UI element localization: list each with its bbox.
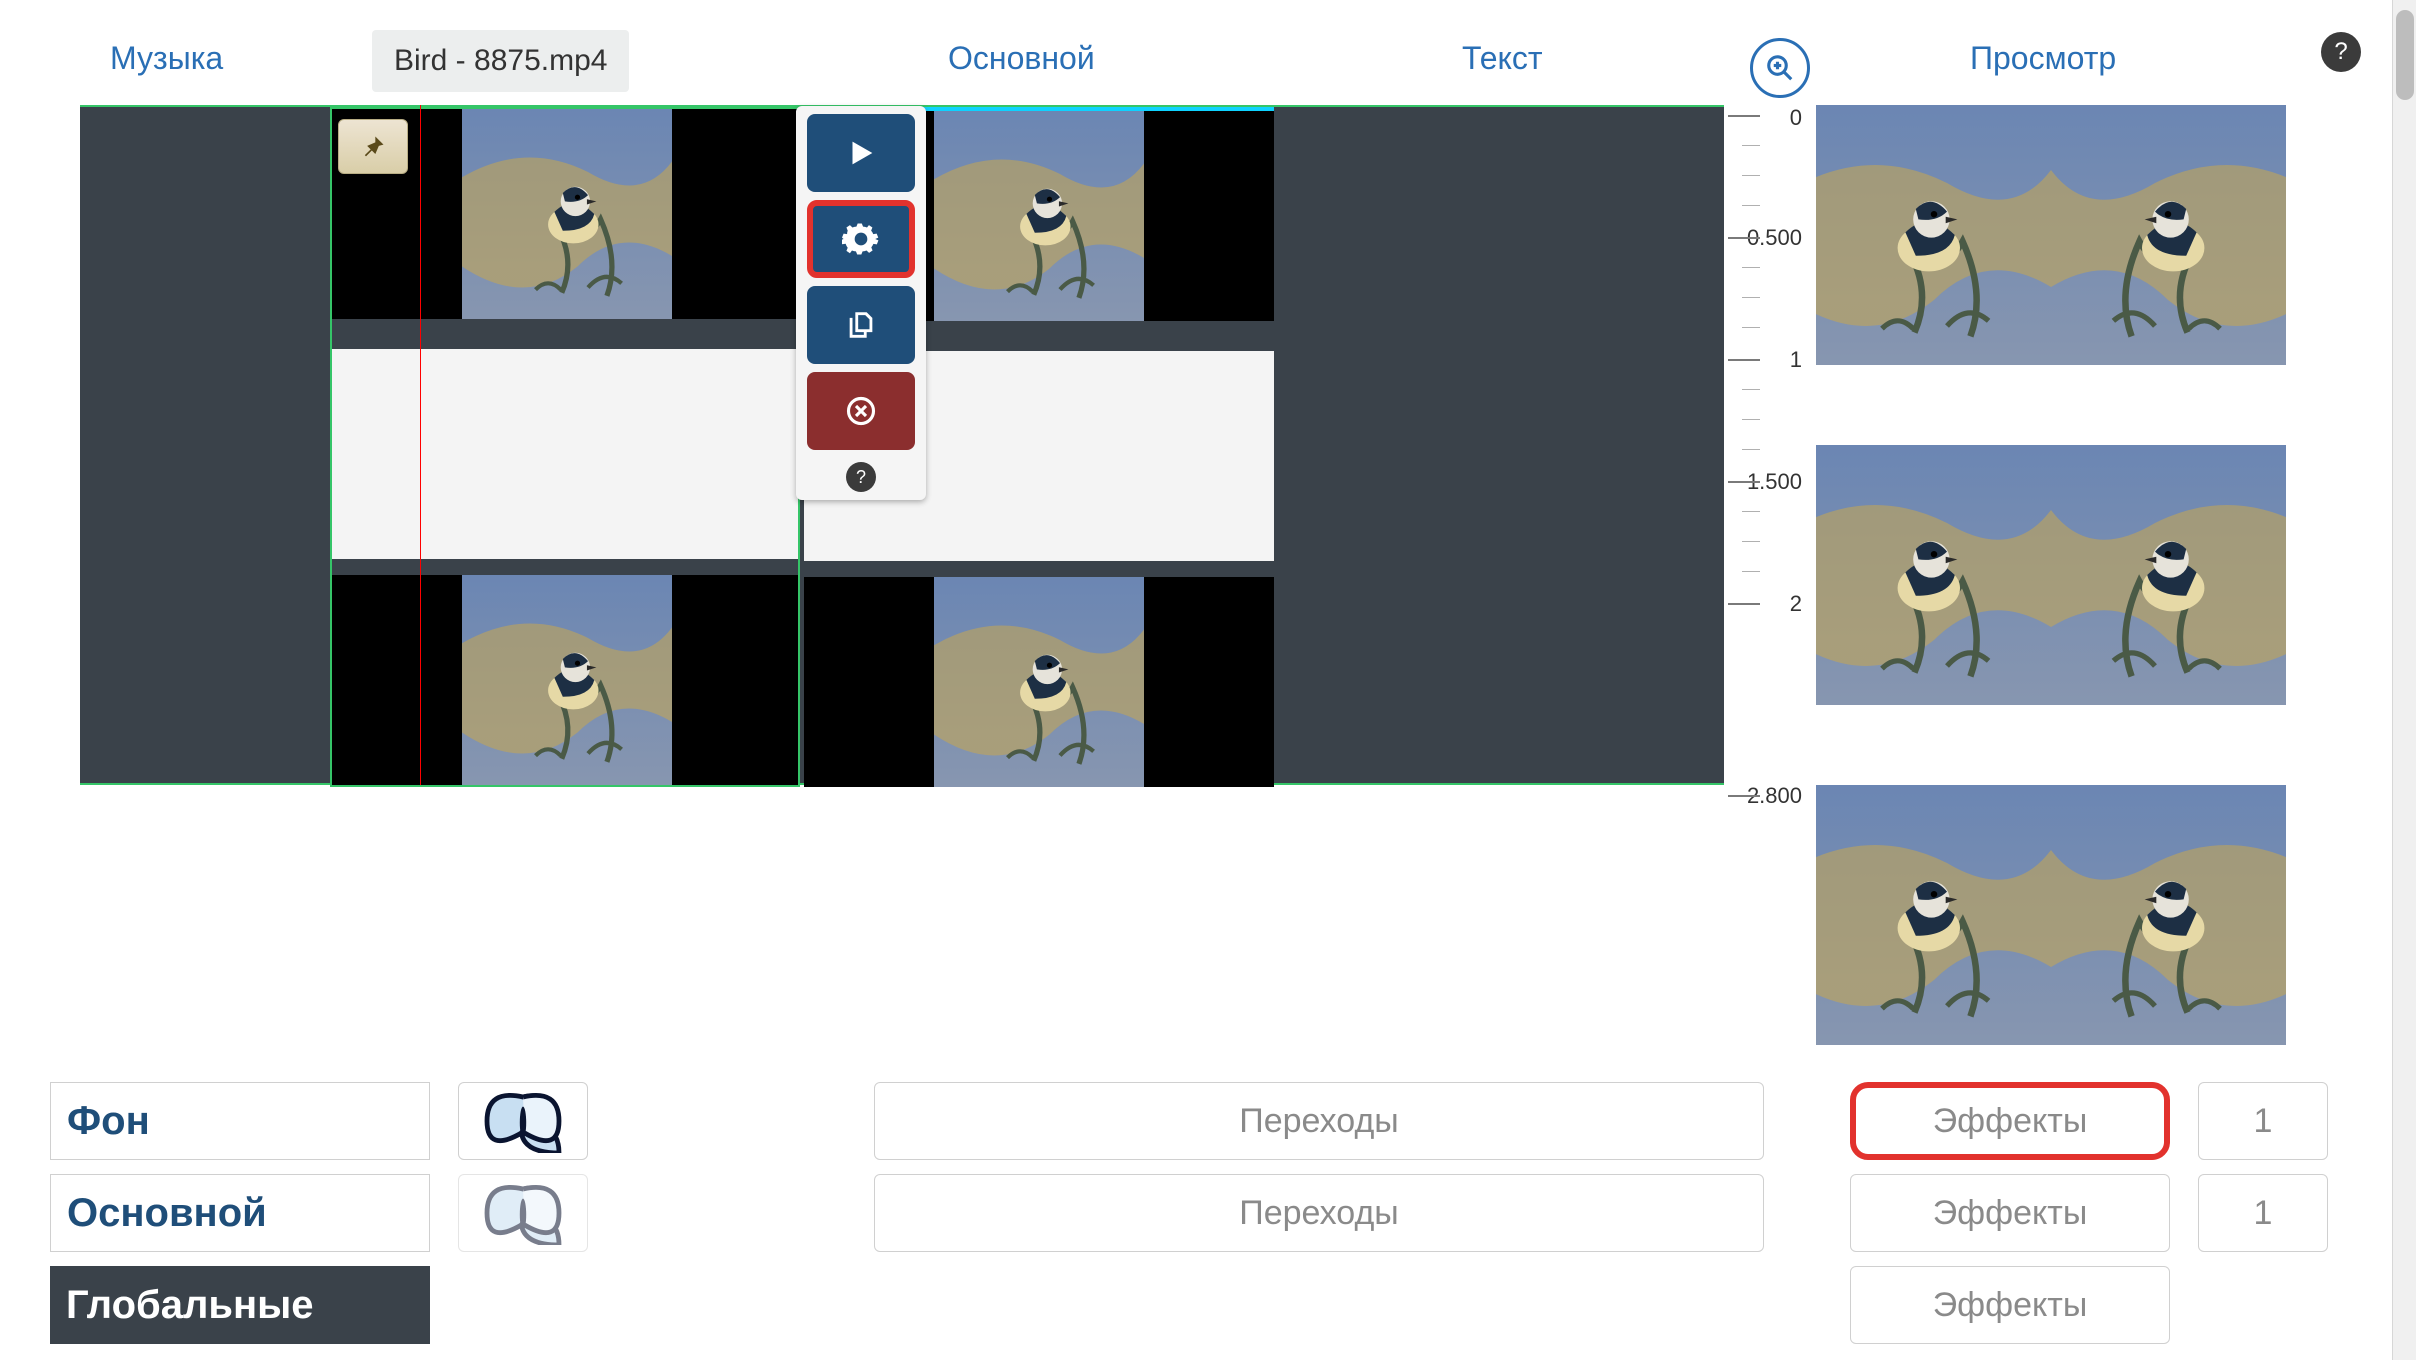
layer-thumbnail-button[interactable]	[458, 1082, 588, 1160]
clip-settings-button[interactable]	[807, 200, 915, 278]
layer-row: Глобальные Эффекты	[50, 1266, 2356, 1344]
ruler-label: 1	[1790, 347, 1802, 373]
help-button[interactable]: ?	[2321, 32, 2361, 72]
layer-name-global[interactable]: Глобальные	[50, 1266, 430, 1344]
current-file-chip: Bird - 8875.mp4	[372, 30, 629, 92]
transitions-button[interactable]: Переходы	[874, 1174, 1764, 1252]
help-icon: ?	[856, 467, 866, 488]
transitions-button[interactable]: Переходы	[874, 1082, 1764, 1160]
butterfly-icon	[473, 1181, 573, 1245]
clip-thumbnail	[934, 577, 1144, 787]
clip-panel-help-button[interactable]: ?	[846, 462, 876, 492]
clip-thumbnail	[934, 111, 1144, 321]
layer-row: Основной Переходы Эффекты 1	[50, 1174, 2356, 1252]
layer-count[interactable]: 1	[2198, 1082, 2328, 1160]
layer-table: Фон Переходы Эффекты 1 Основной Переходы…	[50, 1082, 2356, 1358]
pin-clip-button[interactable]	[338, 119, 408, 174]
help-icon: ?	[2334, 38, 2347, 66]
zoom-in-button[interactable]	[1750, 38, 1810, 98]
tab-music[interactable]: Музыка	[100, 34, 233, 83]
preview-frame[interactable]	[1816, 785, 2286, 1045]
playhead[interactable]	[420, 105, 421, 785]
clip-play-button[interactable]	[807, 114, 915, 192]
pin-icon	[359, 133, 387, 161]
effects-button[interactable]: Эффекты	[1850, 1266, 2170, 1344]
clip-thumbnail	[462, 575, 672, 785]
layer-name-main[interactable]: Основной	[50, 1174, 430, 1252]
ruler-label: 2	[1790, 591, 1802, 617]
preview-frame[interactable]	[1816, 445, 2286, 705]
ruler-label: 0	[1790, 105, 1802, 131]
gear-icon	[842, 220, 880, 258]
preview-frame[interactable]	[1816, 105, 2286, 365]
tab-preview[interactable]: Просмотр	[1960, 34, 2126, 83]
time-ruler: 0 0.500 1 1.500 2 2.800	[1730, 105, 1810, 845]
layer-count[interactable]: 1	[2198, 1174, 2328, 1252]
effects-button[interactable]: Эффекты	[1850, 1082, 2170, 1160]
play-icon	[844, 136, 878, 170]
zoom-in-icon	[1765, 53, 1795, 83]
tab-text[interactable]: Текст	[1452, 34, 1553, 83]
clip-copy-button[interactable]	[807, 286, 915, 364]
layer-thumbnail-button[interactable]	[458, 1174, 588, 1252]
preview-column	[1816, 105, 2286, 1125]
tab-main[interactable]: Основной	[938, 34, 1105, 83]
clip-thumbnail	[462, 109, 672, 319]
clip-delete-button[interactable]	[807, 372, 915, 450]
layer-row: Фон Переходы Эффекты 1	[50, 1082, 2356, 1160]
delete-icon	[846, 396, 876, 426]
butterfly-icon	[473, 1089, 573, 1153]
copy-icon	[844, 308, 878, 342]
vertical-scrollbar[interactable]	[2392, 0, 2416, 1360]
timeline-clip-selected[interactable]	[330, 107, 800, 787]
clip-waveform	[332, 349, 798, 559]
layer-name-background[interactable]: Фон	[50, 1082, 430, 1160]
effects-button[interactable]: Эффекты	[1850, 1174, 2170, 1252]
scrollbar-thumb[interactable]	[2396, 10, 2414, 100]
clip-action-panel: ?	[796, 106, 926, 500]
